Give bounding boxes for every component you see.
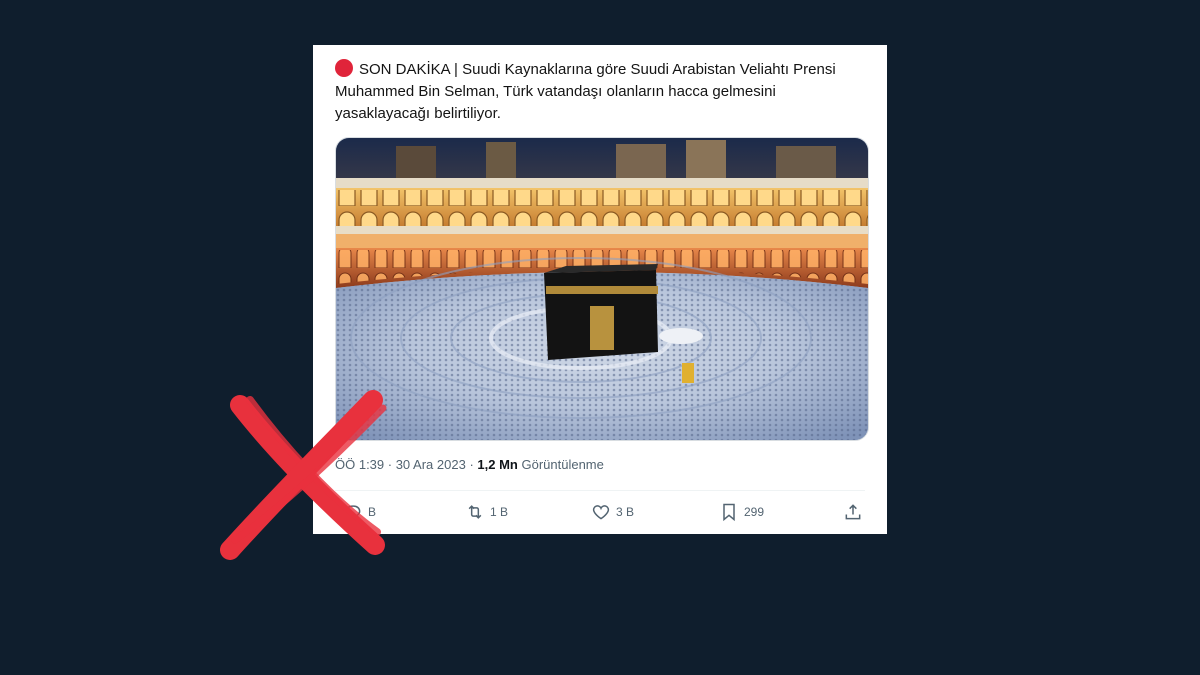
share-icon (845, 504, 861, 520)
reply-button[interactable]: B (343, 501, 376, 523)
meta-separator: · (384, 457, 396, 472)
tweet-body: SON DAKİKA | Suudi Kaynaklarına göre Suu… (335, 61, 836, 122)
bookmark-button[interactable]: 299 (719, 501, 764, 523)
tweet-date[interactable]: 30 Ara 2023 (396, 457, 466, 472)
meta-separator-2: · (465, 457, 478, 472)
bookmark-count: 299 (744, 505, 765, 519)
views-count: 1,2 Mn (477, 457, 518, 472)
reply-count: B (368, 505, 377, 519)
like-icon (592, 505, 610, 520)
tweet-actions: B 1 B 3 B 299 (335, 501, 867, 525)
tweet-time: ÖÖ 1:39 (335, 457, 385, 472)
retweet-count: 1 B (490, 505, 509, 519)
views-label: Görüntülenme (521, 457, 604, 472)
divider (335, 490, 865, 491)
retweet-button[interactable]: 1 B (465, 501, 508, 523)
share-button[interactable] (843, 501, 863, 523)
tweet-text: SON DAKİKA | Suudi Kaynaklarına göre Suu… (335, 59, 871, 125)
kaaba-photo (336, 138, 868, 440)
like-button[interactable]: 3 B (591, 501, 634, 523)
tweet-image[interactable] (335, 137, 869, 441)
bookmark-icon (723, 503, 735, 522)
like-count: 3 B (616, 505, 635, 519)
tweet-meta: ÖÖ 1:39 · 30 Ara 2023 · 1,2 Mn Görüntüle… (335, 457, 604, 472)
tweet-card: SON DAKİKA | Suudi Kaynaklarına göre Suu… (313, 45, 887, 534)
retweet-icon (468, 505, 482, 519)
red-dot-icon (335, 59, 353, 77)
reply-icon (345, 505, 361, 521)
